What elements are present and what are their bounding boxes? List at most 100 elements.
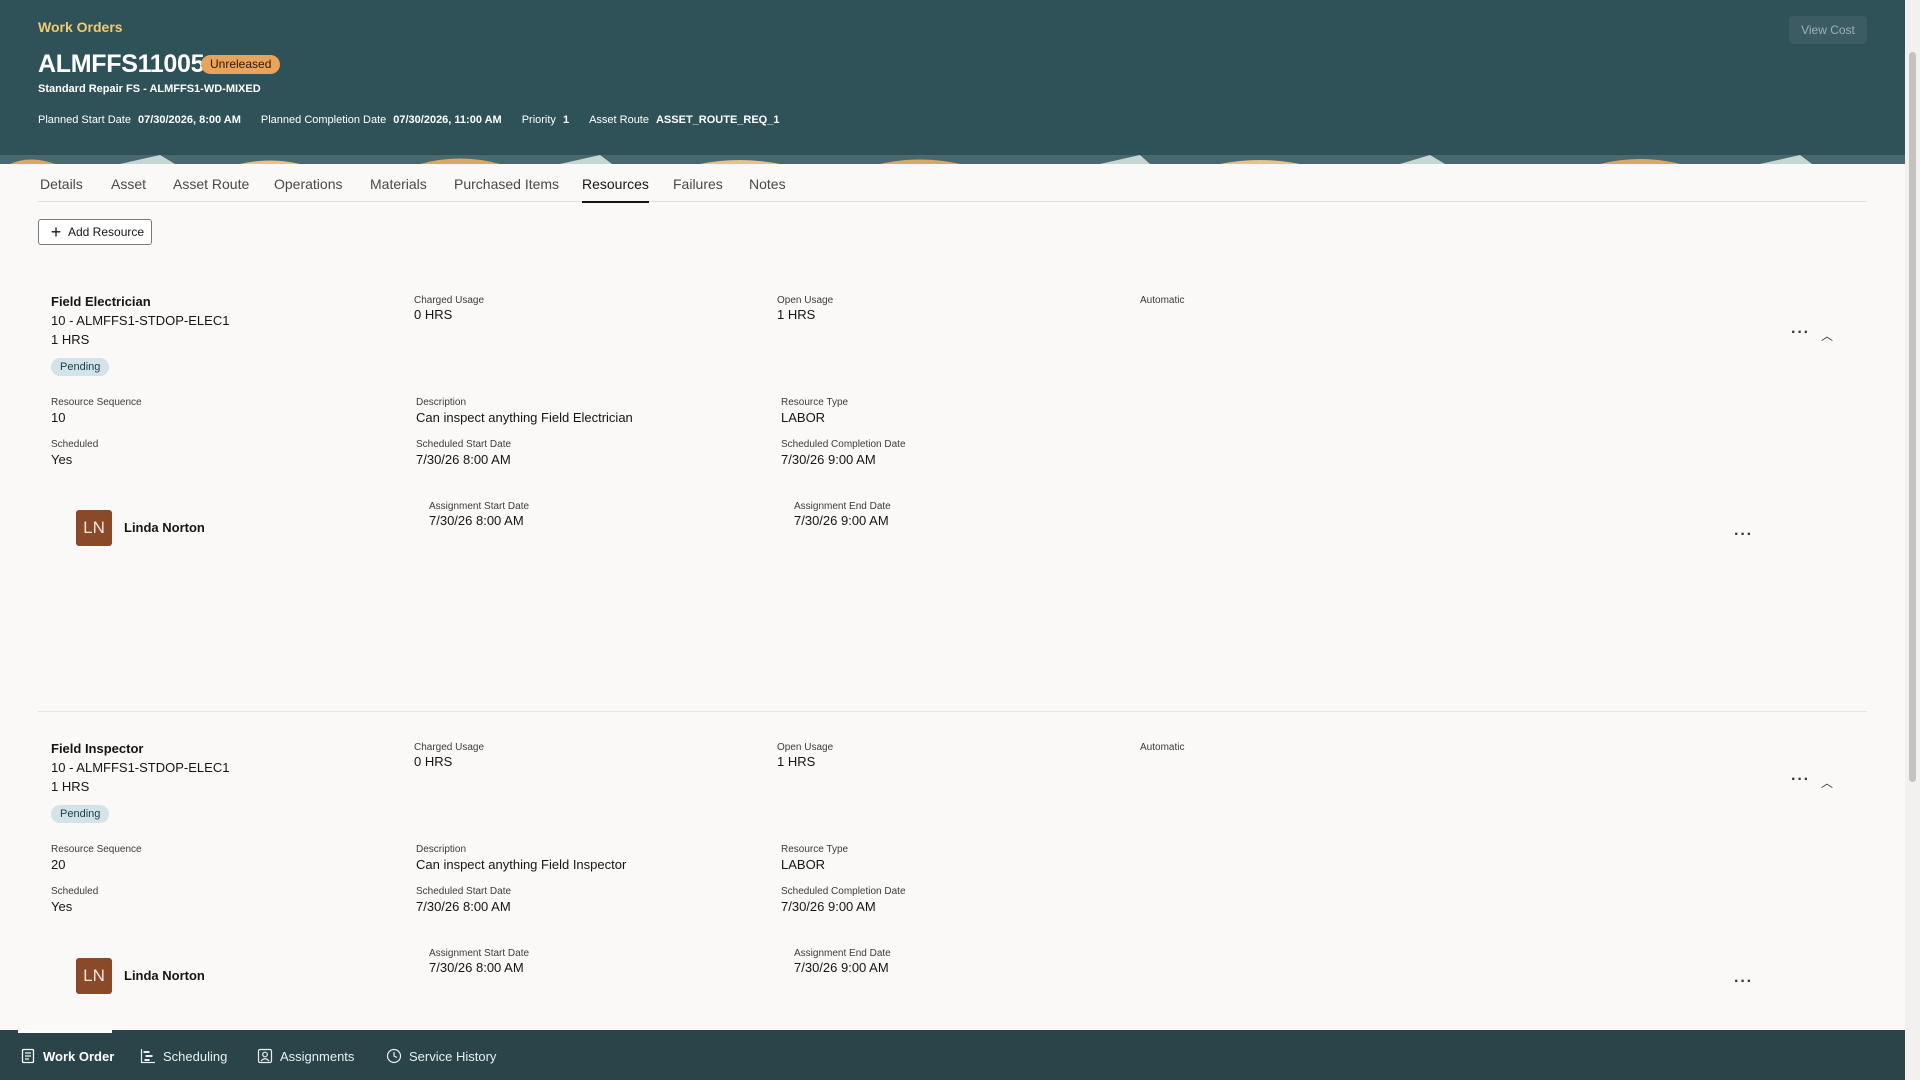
card-divider	[38, 711, 1867, 712]
nav-service-history[interactable]: Service History	[386, 1048, 496, 1064]
automatic-label: Automatic	[1140, 295, 1185, 306]
tab-failures[interactable]: Failures	[673, 176, 723, 192]
resource-card: Field Inspector 10 - ALMFFS1-STDOP-ELEC1…	[38, 711, 1867, 1031]
resource-sequence-value: 20	[51, 857, 66, 872]
resource-sequence-label: Resource Sequence	[51, 397, 142, 408]
meta-asset-route: Asset Route ASSET_ROUTE_REQ_1	[589, 114, 780, 126]
nav-scheduling[interactable]: Scheduling	[140, 1048, 227, 1064]
status-pill: Pending	[51, 358, 110, 376]
resource-type-value: LABOR	[781, 857, 826, 872]
scrollbar-thumb[interactable]	[1909, 52, 1916, 782]
active-nav-indicator	[18, 1030, 112, 1033]
assignment-more-actions-icon[interactable]: ···	[1734, 526, 1753, 544]
charged-usage-value: 0 HRS	[414, 754, 453, 769]
bottom-navigation: Work Order Scheduling Assignments Servic…	[0, 1030, 1905, 1080]
assignment-more-actions-icon[interactable]: ···	[1734, 973, 1753, 991]
resource-name: Field Inspector	[51, 741, 144, 756]
nav-work-order[interactable]: Work Order	[20, 1048, 114, 1064]
scheduled-start-label: Scheduled Start Date	[416, 886, 512, 897]
scheduled-label: Scheduled	[51, 886, 99, 897]
scheduled-start-value: 7/30/26 8:00 AM	[416, 452, 511, 467]
charged-usage-value: 0 HRS	[414, 307, 453, 322]
nav-assignments[interactable]: Assignments	[257, 1048, 354, 1064]
scheduled-completion-label: Scheduled Completion Date	[781, 439, 906, 450]
plus-icon: +	[50, 222, 62, 242]
open-usage-value: 1 HRS	[777, 754, 816, 769]
tab-notes[interactable]: Notes	[749, 176, 786, 192]
scheduled-start-value: 7/30/26 8:00 AM	[416, 899, 511, 914]
page-title: ALMFFS11005	[38, 50, 205, 78]
assignment-end-label: Assignment End Date	[794, 948, 891, 959]
page-scrollbar[interactable]	[1905, 0, 1920, 1080]
scheduled-value: Yes	[51, 899, 73, 914]
assignment-end-label: Assignment End Date	[794, 501, 891, 512]
chevron-up-icon[interactable]: ︿	[1821, 774, 1833, 791]
clock-icon	[386, 1048, 402, 1064]
meta-planned-start: Planned Start Date 07/30/2026, 8:00 AM	[38, 114, 241, 126]
breadcrumb-work-orders[interactable]: Work Orders	[38, 19, 123, 35]
more-actions-icon[interactable]: ···	[1791, 771, 1810, 789]
tab-asset-route[interactable]: Asset Route	[173, 176, 249, 192]
scheduled-start-label: Scheduled Start Date	[416, 439, 512, 450]
scheduled-completion-value: 7/30/26 9:00 AM	[781, 899, 876, 914]
resource-operation: 10 - ALMFFS1-STDOP-ELEC1	[51, 760, 230, 775]
resource-name: Field Electrician	[51, 294, 151, 309]
view-cost-button[interactable]: View Cost	[1789, 16, 1867, 44]
chevron-up-icon[interactable]: ︿	[1821, 327, 1833, 344]
resource-card: Field Electrician 10 - ALMFFS1-STDOP-ELE…	[38, 280, 1867, 710]
scheduled-value: Yes	[51, 452, 73, 467]
person-badge-icon	[257, 1048, 273, 1064]
more-actions-icon[interactable]: ···	[1791, 324, 1810, 342]
tab-operations[interactable]: Operations	[274, 176, 342, 192]
automatic-label: Automatic	[1140, 742, 1185, 753]
page-header: Work Orders ALMFFS11005 Unreleased Stand…	[0, 0, 1905, 155]
status-pill: Pending	[51, 805, 110, 823]
resource-hours: 1 HRS	[51, 332, 90, 347]
tab-resources[interactable]: Resources	[582, 176, 649, 203]
tab-materials[interactable]: Materials	[370, 176, 427, 192]
meta-priority: Priority 1	[521, 114, 570, 126]
gantt-icon	[140, 1049, 155, 1064]
tab-purchased-items[interactable]: Purchased Items	[454, 176, 559, 192]
assignment-start-value: 7/30/26 8:00 AM	[429, 513, 524, 528]
meta-planned-completion: Planned Completion Date 07/30/2026, 11:00…	[260, 114, 502, 126]
scheduled-completion-label: Scheduled Completion Date	[781, 886, 906, 897]
resource-sequence-label: Resource Sequence	[51, 844, 142, 855]
work-order-subtitle: Standard Repair FS - ALMFFS1-WD-MIXED	[38, 83, 261, 95]
resource-type-label: Resource Type	[781, 844, 849, 855]
charged-usage-label: Charged Usage	[414, 295, 485, 306]
add-resource-label: Add Resource	[68, 225, 145, 239]
nav-assignments-label: Assignments	[280, 1048, 355, 1064]
avatar: LN	[76, 510, 112, 546]
assignment-start-label: Assignment Start Date	[429, 501, 530, 512]
nav-work-order-label: Work Order	[43, 1048, 115, 1064]
assignment-start-label: Assignment Start Date	[429, 948, 530, 959]
scheduled-completion-value: 7/30/26 9:00 AM	[781, 452, 876, 467]
resource-type-value: LABOR	[781, 410, 826, 425]
assignment-start-value: 7/30/26 8:00 AM	[429, 960, 524, 975]
resource-hours: 1 HRS	[51, 779, 90, 794]
document-icon	[21, 1048, 35, 1064]
status-badge: Unreleased	[201, 55, 281, 74]
add-resource-button[interactable]: + Add Resource	[38, 219, 152, 245]
resource-sequence-value: 10	[51, 410, 66, 425]
work-order-meta: Planned Start Date 07/30/2026, 8:00 AM Pl…	[38, 114, 779, 126]
assignee-name: Linda Norton	[124, 520, 205, 535]
tab-asset[interactable]: Asset	[111, 176, 146, 192]
nav-scheduling-label: Scheduling	[163, 1048, 228, 1064]
open-usage-value: 1 HRS	[777, 307, 816, 322]
open-usage-label: Open Usage	[777, 295, 834, 306]
scheduled-label: Scheduled	[51, 439, 99, 450]
description-value: Can inspect anything Field Electrician	[416, 410, 633, 425]
resource-type-label: Resource Type	[781, 397, 849, 408]
description-value: Can inspect anything Field Inspector	[416, 857, 627, 872]
assignee-name: Linda Norton	[124, 968, 205, 983]
tab-bar: Details Asset Asset Route Operations Mat…	[38, 164, 1867, 203]
resource-operation: 10 - ALMFFS1-STDOP-ELEC1	[51, 313, 230, 328]
description-label: Description	[416, 844, 467, 855]
assignment-end-value: 7/30/26 9:00 AM	[794, 513, 889, 528]
avatar: LN	[76, 958, 112, 994]
header-decoration	[0, 155, 1905, 164]
tab-details[interactable]: Details	[40, 176, 83, 192]
charged-usage-label: Charged Usage	[414, 742, 485, 753]
